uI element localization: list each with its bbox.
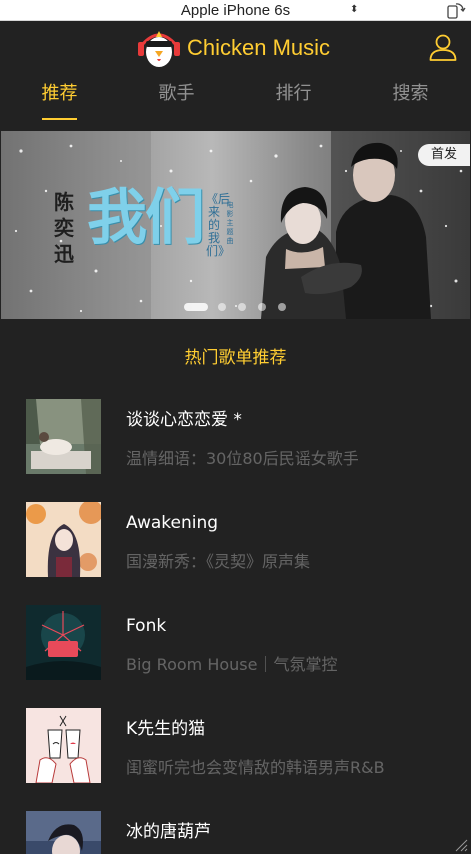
banner-artist: 陈奕迅	[54, 190, 74, 266]
playlist-desc: 国漫新秀：《灵契》原声集	[126, 552, 311, 571]
banner-tag: 电影主题曲	[226, 201, 234, 245]
resize-grip-icon[interactable]	[452, 836, 468, 852]
slider-dot[interactable]	[184, 303, 208, 311]
chicken-logo-icon	[138, 31, 180, 67]
tab-rank[interactable]: 排行	[235, 82, 352, 106]
banner-couple-image	[261, 142, 431, 319]
app-title: Chicken Music	[187, 35, 331, 60]
playlist-desc: 温情细语：30位80后民谣女歌手	[126, 449, 359, 468]
banner-slider[interactable]: 陈奕迅 我们 《后来的我们》 电影主题曲 首发	[1, 131, 470, 319]
playlist-name: 冰的唐葫芦	[126, 822, 211, 842]
playlist-name: Fonk	[126, 616, 167, 636]
device-select[interactable]: Apple iPhone 6s	[0, 1, 471, 20]
slider-dot[interactable]	[238, 303, 246, 311]
playlist-cover	[26, 708, 101, 783]
playlist-cover	[26, 502, 101, 577]
hot-list-title: 热门歌单推荐	[184, 348, 287, 368]
playlist-desc: 闺蜜听完也会变情敌的韩语男声R&B	[126, 758, 385, 777]
rotate-device-icon[interactable]	[446, 2, 466, 19]
playlist-cover	[26, 605, 101, 680]
app: Chicken Music 推荐 歌手 排行 搜索 陈奕迅 我们 《后来的我们》…	[1, 21, 470, 854]
list-item[interactable]: Fonk Big Room House｜气氛掌控	[1, 605, 470, 685]
list-item[interactable]: 谈谈心恋恋爱 * 温情细语：30位80后民谣女歌手	[1, 399, 470, 479]
active-tab-indicator	[42, 118, 77, 120]
tab-singer[interactable]: 歌手	[118, 82, 235, 106]
list-item[interactable]: 冰的唐葫芦	[1, 811, 470, 854]
playlist-cover	[26, 399, 101, 474]
tab-bar: 推荐 歌手 排行 搜索	[1, 82, 470, 126]
slider-dot[interactable]	[278, 303, 286, 311]
device-toolbar: Apple iPhone 6s ⬍	[0, 0, 471, 21]
list-item[interactable]: K先生的猫 闺蜜听完也会变情敌的韩语男声R&B	[1, 708, 470, 788]
list-item[interactable]: Awakening 国漫新秀：《灵契》原声集	[1, 502, 470, 582]
header: Chicken Music	[1, 21, 470, 76]
device-select-caret-icon[interactable]: ⬍	[350, 1, 358, 19]
slider-dots	[184, 302, 294, 312]
slider-dot[interactable]	[258, 303, 266, 311]
tab-search[interactable]: 搜索	[352, 82, 469, 106]
banner-badge: 首发	[418, 144, 470, 166]
banner-title: 我们	[87, 183, 205, 253]
playlist-name: K先生的猫	[126, 719, 206, 739]
playlist-cover	[26, 811, 101, 854]
tab-recommend[interactable]: 推荐	[1, 82, 118, 106]
user-icon[interactable]	[428, 33, 458, 63]
playlist-desc: Big Room House｜气氛掌控	[126, 655, 338, 674]
slider-dot[interactable]	[218, 303, 226, 311]
banner-subtitle: 《后来的我们》	[206, 192, 231, 258]
playlist-name: 谈谈心恋恋爱 *	[126, 410, 242, 430]
playlist-name: Awakening	[126, 513, 219, 533]
